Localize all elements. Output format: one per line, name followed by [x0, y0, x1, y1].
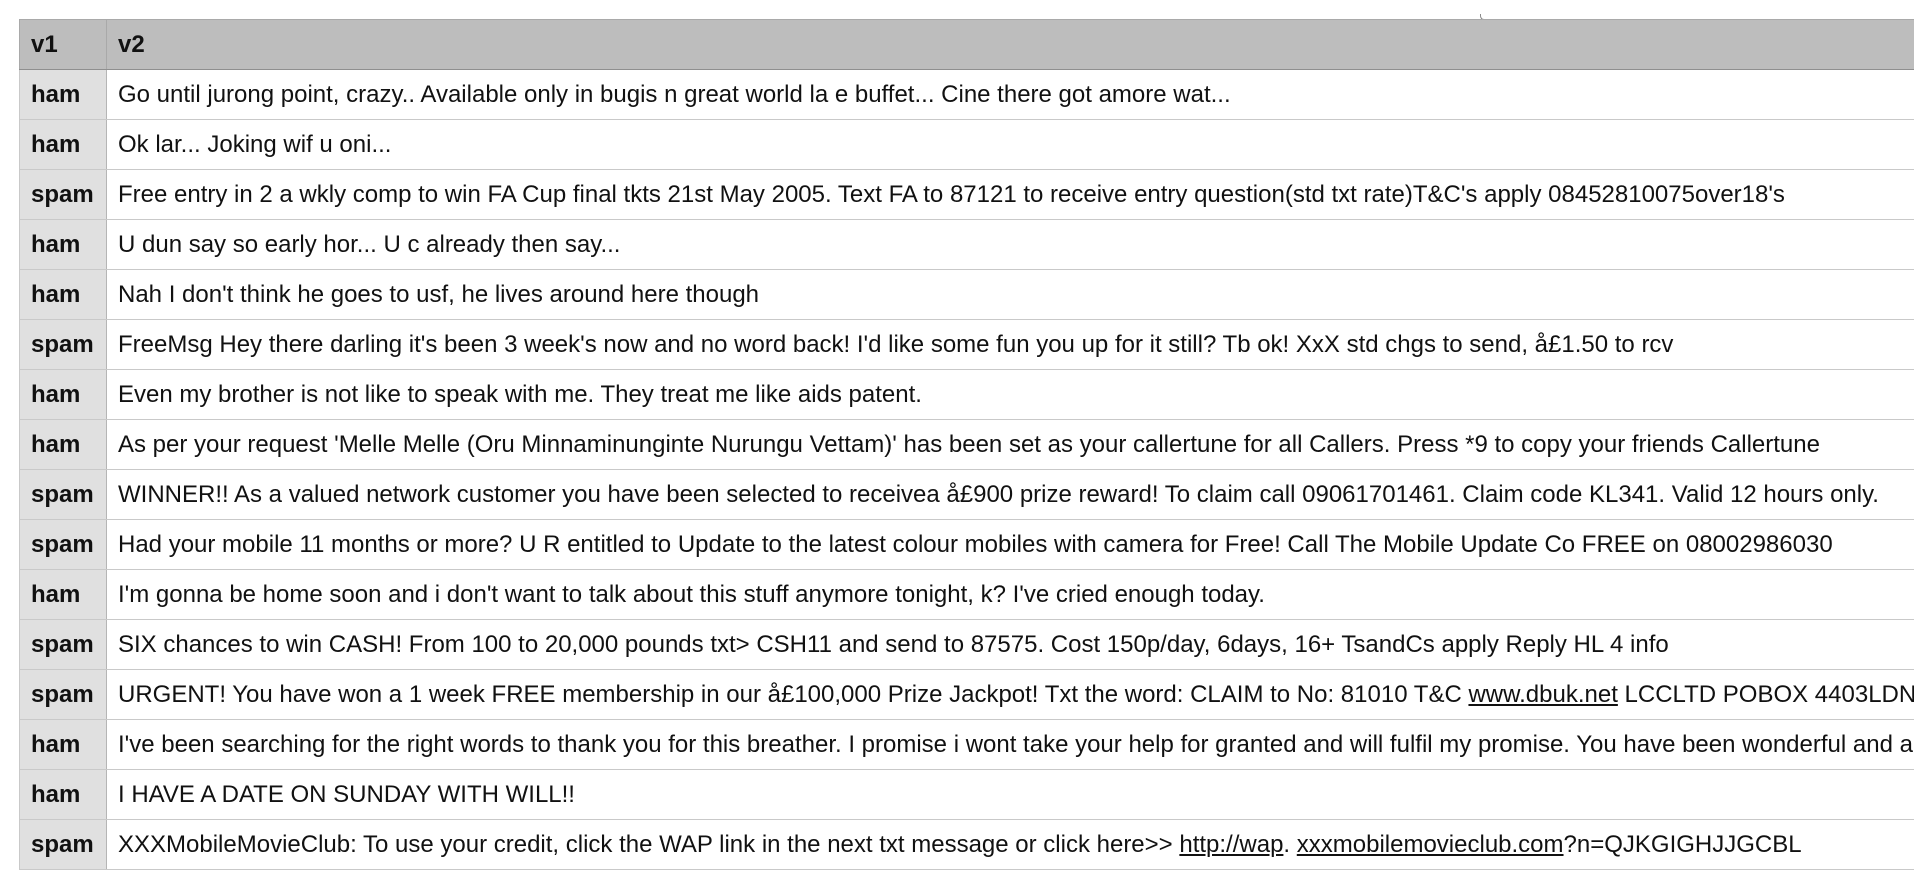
label-cell[interactable]: spam — [19, 819, 107, 870]
message-cell[interactable]: I HAVE A DATE ON SUNDAY WITH WILL!! — [106, 769, 1914, 820]
table-row: ham Go until jurong point, crazy.. Availa… — [19, 69, 1914, 120]
header-row: v1 v2 — [19, 19, 1914, 70]
label-cell[interactable]: ham — [19, 269, 107, 320]
label-cell[interactable]: spam — [19, 669, 107, 720]
message-cell[interactable]: Nah I don't think he goes to usf, he liv… — [106, 269, 1914, 320]
message-cell[interactable]: Even my brother is not like to speak wit… — [106, 369, 1914, 420]
message-cell[interactable]: As per your request 'Melle Melle (Oru Mi… — [106, 419, 1914, 470]
table-row: spam URGENT! You have won a 1 week FREE m… — [19, 669, 1914, 720]
table-row: spam SIX chances to win CASH! From 100 to… — [19, 619, 1914, 670]
spreadsheet: v1 v2 ham Go until jurong point, crazy.. … — [19, 19, 1914, 876]
label-cell[interactable]: ham — [19, 369, 107, 420]
table-row: spam WINNER!! As a valued network custome… — [19, 469, 1914, 520]
message-text-segment: XXXMobileMovieClub: To use your credit, … — [118, 830, 1180, 858]
table-row: ham I've been searching for the right wor… — [19, 719, 1914, 770]
label-cell[interactable]: ham — [19, 569, 107, 620]
message-cell[interactable]: Free entry in 2 a wkly comp to win FA Cu… — [106, 169, 1914, 220]
message-link[interactable]: http://wap — [1179, 831, 1283, 858]
message-cell[interactable]: U dun say so early hor... U c already th… — [106, 219, 1914, 270]
label-cell[interactable]: spam — [19, 169, 107, 220]
message-link[interactable]: www.dbuk.net — [1468, 681, 1617, 708]
column-header-v1[interactable]: v1 — [19, 19, 107, 70]
table-row: ham U dun say so early hor... U c already… — [19, 219, 1914, 270]
message-text-segment: . — [1283, 830, 1297, 858]
label-cell[interactable]: ham — [19, 219, 107, 270]
table-row: ham I'm gonna be home soon and i don't wa… — [19, 569, 1914, 620]
table-row: spam Had your mobile 11 months or more? U… — [19, 519, 1914, 570]
message-cell[interactable]: I've been searching for the right words … — [106, 719, 1914, 770]
label-cell[interactable]: ham — [19, 719, 107, 770]
message-text-segment: URGENT! You have won a 1 week FREE membe… — [118, 680, 1469, 708]
table-body: ham Go until jurong point, crazy.. Availa… — [19, 69, 1914, 870]
message-cell[interactable]: I'm gonna be home soon and i don't want … — [106, 569, 1914, 620]
message-cell[interactable]: SIX chances to win CASH! From 100 to 20,… — [106, 619, 1914, 670]
table-row: ham Ok lar... Joking wif u oni... — [19, 119, 1914, 170]
label-cell[interactable]: ham — [19, 119, 107, 170]
label-cell[interactable]: ham — [19, 69, 107, 120]
message-cell[interactable]: XXXMobileMovieClub: To use your credit, … — [106, 819, 1914, 870]
table-row: spam FreeMsg Hey there darling it's been … — [19, 319, 1914, 370]
label-cell[interactable]: ham — [19, 419, 107, 470]
table-row: spam Free entry in 2 a wkly comp to win F… — [19, 169, 1914, 220]
label-cell[interactable]: spam — [19, 519, 107, 570]
message-cell[interactable]: Had your mobile 11 months or more? U R e… — [106, 519, 1914, 570]
label-cell[interactable]: spam — [19, 619, 107, 670]
message-cell[interactable]: Ok lar... Joking wif u oni... — [106, 119, 1914, 170]
label-cell[interactable]: ham — [19, 769, 107, 820]
message-cell[interactable]: URGENT! You have won a 1 week FREE membe… — [106, 669, 1914, 720]
message-text-segment: ?n=QJKGIGHJJGCBL — [1563, 830, 1802, 858]
label-cell[interactable]: spam — [19, 319, 107, 370]
message-cell[interactable]: FreeMsg Hey there darling it's been 3 we… — [106, 319, 1914, 370]
table-row: ham As per your request 'Melle Melle (Oru… — [19, 419, 1914, 470]
data-table: v1 v2 ham Go until jurong point, crazy.. … — [19, 19, 1914, 870]
table-row: ham Nah I don't think he goes to usf, he … — [19, 269, 1914, 320]
message-link[interactable]: xxxmobilemovieclub.com — [1297, 831, 1564, 858]
table-row: spam XXXMobileMovieClub: To use your cred… — [19, 819, 1914, 870]
top-strip — [0, 0, 1914, 20]
message-text-segment: LCCLTD POBOX 4403LDNW1A7RW18 — [1624, 680, 1914, 708]
table-row: ham Even my brother is not like to speak … — [19, 369, 1914, 420]
label-cell[interactable]: spam — [19, 469, 107, 520]
message-cell[interactable]: Go until jurong point, crazy.. Available… — [106, 69, 1914, 120]
column-header-v2[interactable]: v2 — [106, 19, 1914, 70]
message-cell[interactable]: WINNER!! As a valued network customer yo… — [106, 469, 1914, 520]
table-row: ham I HAVE A DATE ON SUNDAY WITH WILL!! — [19, 769, 1914, 820]
